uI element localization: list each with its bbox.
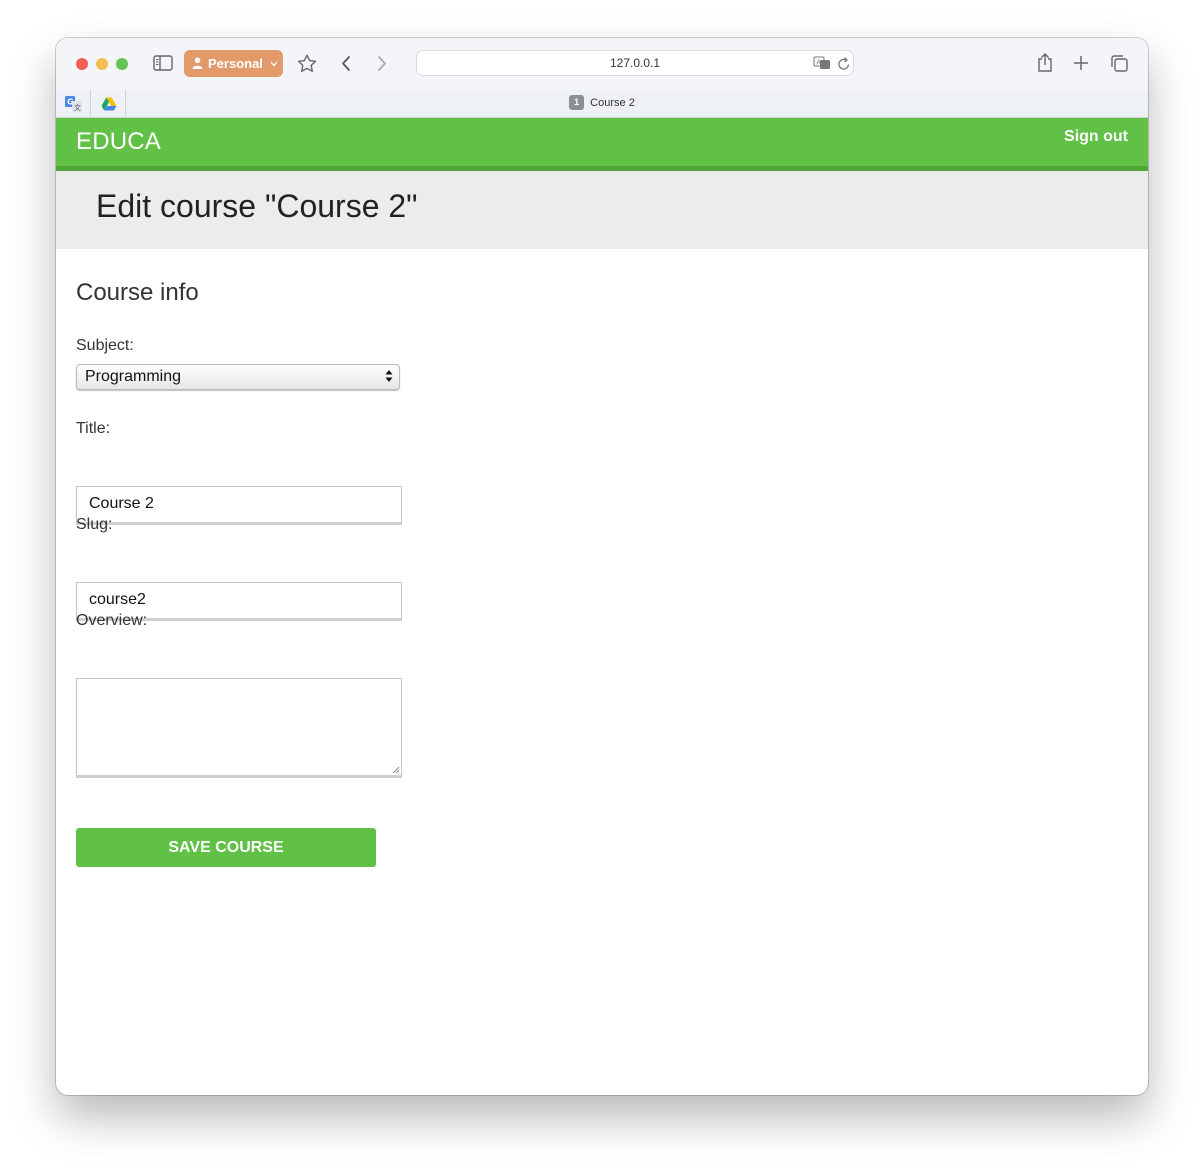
subject-select[interactable]: Programming	[76, 364, 400, 390]
slug-label: Slug:	[76, 516, 113, 533]
site-logo[interactable]: EDUCA	[76, 128, 161, 156]
save-course-button[interactable]: SAVE COURSE	[76, 828, 376, 867]
svg-text:A: A	[816, 58, 821, 66]
close-window-button[interactable]	[76, 58, 88, 70]
url-text: 127.0.0.1	[609, 56, 661, 70]
address-bar[interactable]: 127.0.0.1 A	[416, 50, 854, 76]
slug-input-value: course2	[89, 591, 146, 608]
page-title: Edit course "Course 2"	[96, 188, 418, 224]
chevron-down-icon	[270, 61, 278, 67]
resize-grip-icon[interactable]	[392, 766, 400, 774]
browser-toolbar: Personal 127.0.0.1 A	[56, 38, 1148, 90]
title-input-value: Course 2	[89, 495, 154, 512]
share-icon[interactable]	[1036, 52, 1054, 73]
tab-bar: G 文 1 Course 2	[56, 90, 1148, 118]
zoom-window-button[interactable]	[116, 58, 128, 70]
select-arrows-icon	[385, 370, 393, 382]
overview-textarea[interactable]	[76, 678, 402, 778]
sidebar-icon[interactable]	[153, 55, 173, 71]
section-title: Course info	[76, 279, 199, 306]
profile-button[interactable]: Personal	[184, 50, 283, 77]
overview-label: Overview:	[76, 612, 148, 629]
reload-icon[interactable]	[837, 56, 851, 71]
tab-settings-course[interactable]: 1 Course 2	[56, 90, 1148, 117]
site-header: EDUCA Sign out	[56, 118, 1148, 171]
tab-number-badge: 1	[569, 94, 585, 110]
title-input[interactable]: Course 2	[76, 486, 402, 525]
tab-title: Course 2	[590, 97, 635, 109]
translate-icon[interactable]: A	[813, 56, 831, 70]
sign-out-link[interactable]: Sign out	[1064, 128, 1128, 146]
minimize-window-button[interactable]	[96, 58, 108, 70]
subject-selected-value: Programming	[85, 368, 182, 385]
back-icon[interactable]	[340, 55, 352, 72]
star-icon[interactable]	[297, 54, 317, 73]
profile-label: Personal	[208, 56, 263, 71]
tab-overview-icon[interactable]	[1110, 54, 1129, 73]
forward-icon[interactable]	[376, 55, 388, 72]
title-label: Title:	[76, 420, 111, 437]
person-icon	[192, 57, 203, 69]
page-header: Edit course "Course 2"	[56, 171, 1148, 249]
new-tab-icon[interactable]	[1073, 55, 1089, 71]
subject-label: Subject:	[76, 337, 134, 354]
browser-window: Personal 127.0.0.1 A G 文 1 Course 2 EDUC…	[56, 38, 1148, 1095]
